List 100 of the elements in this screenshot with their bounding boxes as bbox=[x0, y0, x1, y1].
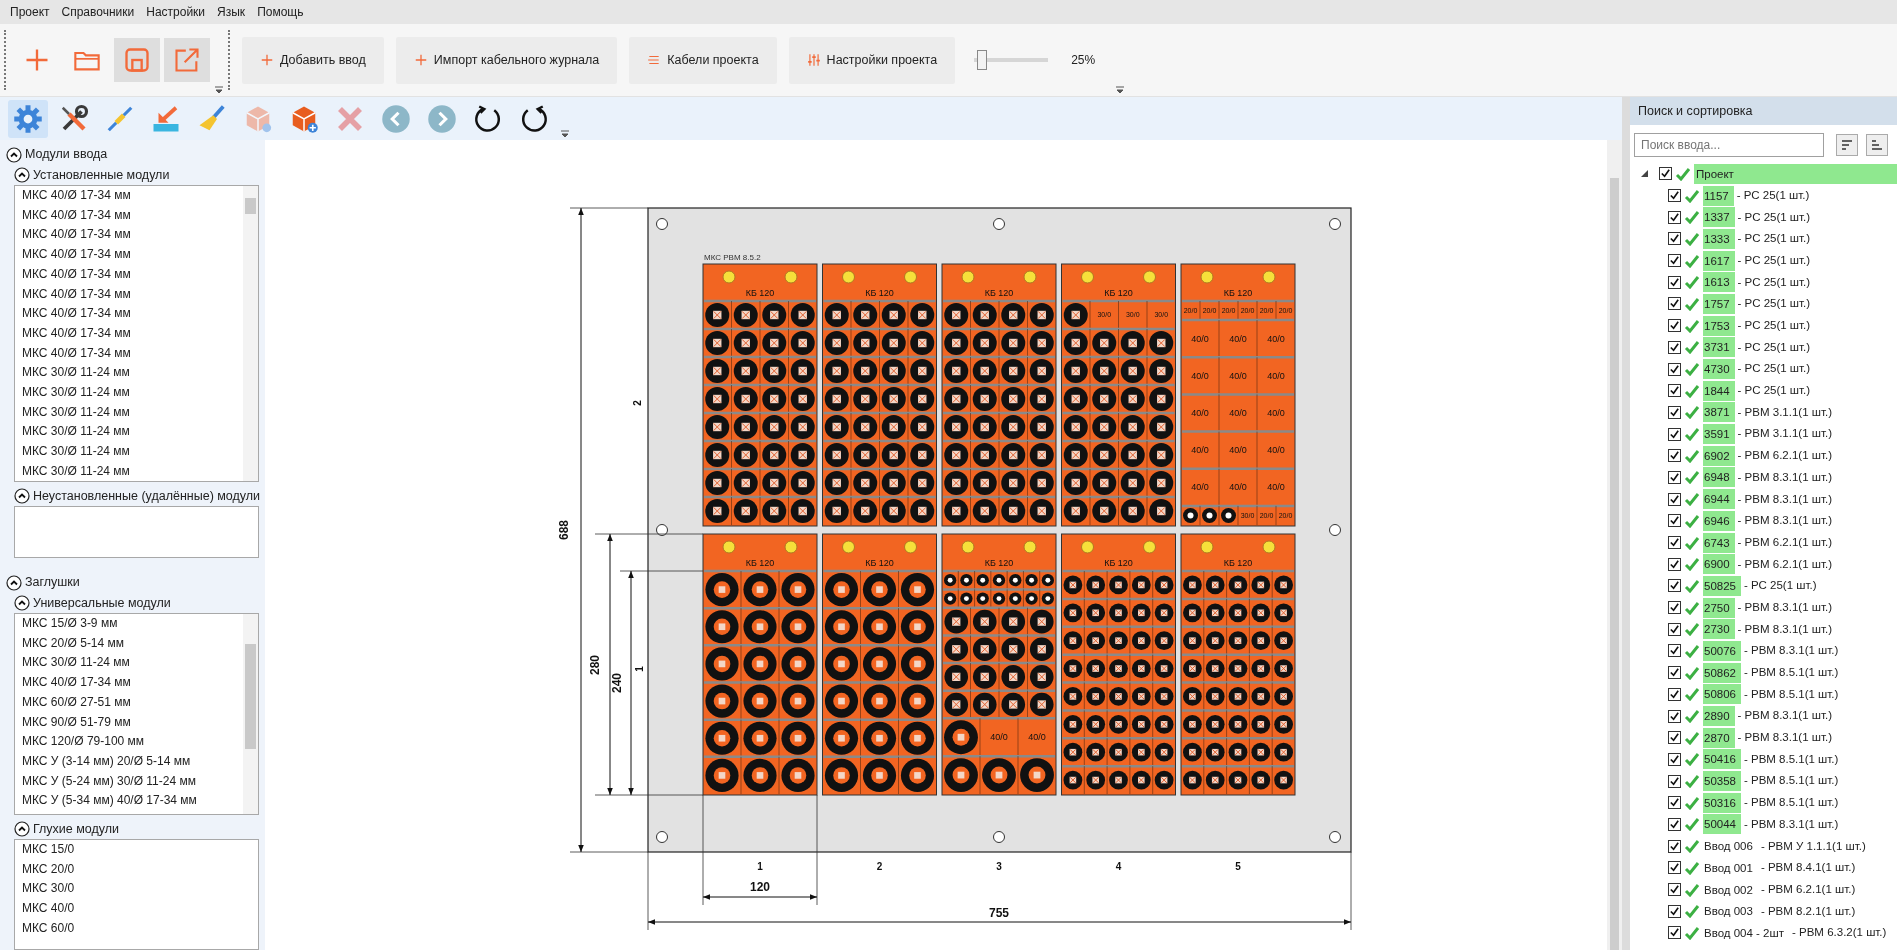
checkbox[interactable] bbox=[1668, 254, 1681, 268]
item-code[interactable]: 1337 bbox=[1703, 207, 1735, 228]
list-item[interactable]: МКС 20/Ø 5-14 мм bbox=[15, 633, 243, 654]
checkbox[interactable] bbox=[1668, 189, 1681, 203]
item-code[interactable]: 3871 bbox=[1703, 402, 1735, 423]
item-code[interactable]: 6948 bbox=[1703, 467, 1735, 488]
list-item[interactable]: МКС 15/Ø 3-9 мм bbox=[15, 614, 243, 634]
item-code[interactable]: 3731 bbox=[1703, 337, 1735, 358]
checkbox[interactable] bbox=[1668, 883, 1681, 897]
item-code[interactable]: 50316 bbox=[1703, 792, 1741, 813]
sort-button[interactable] bbox=[1836, 134, 1858, 156]
item-code[interactable]: Ввод 003 bbox=[1703, 901, 1758, 922]
list-item[interactable]: МКС 30/0 bbox=[15, 879, 258, 900]
checkbox[interactable] bbox=[1668, 926, 1681, 940]
item-code[interactable]: 50358 bbox=[1703, 771, 1741, 792]
scrollbar[interactable] bbox=[243, 186, 258, 481]
list-item[interactable]: МКС 40/Ø 17-34 мм bbox=[15, 205, 243, 226]
item-code[interactable]: 50862 bbox=[1703, 662, 1741, 683]
checkbox[interactable] bbox=[1668, 752, 1681, 766]
checkbox[interactable] bbox=[1668, 644, 1681, 658]
checkbox[interactable] bbox=[1668, 492, 1681, 506]
checkbox[interactable] bbox=[1668, 297, 1681, 311]
checkbox[interactable] bbox=[1668, 427, 1681, 441]
ribbon-button[interactable]: Кабели проекта bbox=[629, 36, 777, 84]
tree-label[interactable]: Проект bbox=[1694, 163, 1897, 184]
cable-module-drawing[interactable] bbox=[1061, 533, 1176, 796]
slider-thumb[interactable] bbox=[976, 50, 987, 70]
menu-item[interactable]: Проект bbox=[4, 0, 56, 24]
scrollbar-thumb[interactable] bbox=[1610, 178, 1619, 950]
ribbon-button[interactable]: Импорт кабельного журнала bbox=[395, 36, 618, 84]
list-item[interactable]: МКС 30/Ø 11-24 мм bbox=[15, 383, 243, 403]
item-code[interactable]: 50825 bbox=[1703, 575, 1741, 596]
list-item[interactable]: МКС 20/0 bbox=[15, 859, 258, 880]
checkbox[interactable] bbox=[1668, 232, 1681, 246]
checkbox[interactable] bbox=[1668, 319, 1681, 333]
list-item[interactable]: МКС 40/Ø 17-34 мм bbox=[15, 186, 243, 206]
item-code[interactable]: 6946 bbox=[1703, 510, 1735, 531]
cable-module-drawing[interactable] bbox=[702, 533, 818, 796]
collapse-icon[interactable] bbox=[6, 146, 22, 163]
list-item[interactable]: МКС 30/Ø 11-24 мм bbox=[15, 402, 243, 423]
list-item[interactable]: МКС 40/Ø 17-34 мм bbox=[15, 284, 243, 305]
item-code[interactable]: 3591 bbox=[1703, 424, 1735, 445]
item-code[interactable]: 50044 bbox=[1703, 814, 1741, 835]
settings-button[interactable] bbox=[8, 99, 48, 138]
cable-module-drawing[interactable] bbox=[702, 263, 818, 527]
checkbox[interactable] bbox=[1668, 514, 1681, 528]
item-code[interactable]: 6902 bbox=[1703, 445, 1735, 466]
ribbon-button[interactable]: Добавить ввод bbox=[242, 36, 384, 84]
list-item[interactable]: МКС 40/Ø 17-34 мм bbox=[15, 343, 243, 364]
scrollbar-thumb[interactable] bbox=[245, 644, 256, 749]
collapse-icon[interactable] bbox=[14, 488, 30, 504]
scrollbar[interactable] bbox=[1607, 140, 1622, 950]
checkbox[interactable] bbox=[1668, 731, 1681, 745]
checkbox[interactable] bbox=[1668, 687, 1681, 701]
list-item[interactable]: МКС У (5-34 мм) 40/Ø 17-34 мм bbox=[15, 791, 243, 812]
item-code[interactable]: 6743 bbox=[1703, 532, 1735, 553]
list-item[interactable]: МКС У (5-24 мм) 30/Ø 11-24 мм bbox=[15, 771, 243, 792]
item-code[interactable]: 1757 bbox=[1703, 293, 1735, 314]
list-item[interactable]: МКС 60/0 bbox=[15, 918, 258, 939]
sort-button[interactable] bbox=[1866, 134, 1888, 156]
cable-module-drawing[interactable] bbox=[822, 533, 937, 796]
item-code[interactable]: 1844 bbox=[1703, 380, 1735, 401]
item-code[interactable]: Ввод 006 bbox=[1703, 836, 1758, 857]
checkbox[interactable] bbox=[1668, 666, 1681, 680]
item-code[interactable]: 1617 bbox=[1703, 250, 1735, 271]
checkbox[interactable] bbox=[1668, 904, 1681, 918]
checkbox[interactable] bbox=[1668, 557, 1681, 571]
collapse-icon[interactable] bbox=[6, 574, 22, 591]
checkbox[interactable] bbox=[1668, 579, 1681, 593]
checkbox[interactable] bbox=[1668, 384, 1681, 398]
list-item[interactable]: МКС 30/Ø 11-24 мм bbox=[15, 653, 243, 674]
item-code[interactable]: 50806 bbox=[1703, 684, 1741, 705]
list-item[interactable]: МКС 40/Ø 17-34 мм bbox=[15, 304, 243, 324]
list-item[interactable]: МКС 40/Ø 17-34 мм bbox=[15, 673, 243, 693]
menu-item[interactable]: Справочники bbox=[55, 0, 141, 24]
item-code[interactable]: Ввод 002 bbox=[1703, 879, 1758, 900]
collapse-icon[interactable] bbox=[14, 167, 30, 183]
menu-item[interactable]: Помощь bbox=[251, 0, 310, 24]
cable-module-drawing[interactable] bbox=[822, 263, 937, 527]
cable-module-drawing[interactable] bbox=[941, 533, 1057, 796]
list-item[interactable]: МКС 120/Ø 79-100 мм bbox=[15, 732, 243, 752]
search-field[interactable]: Поиск ввода... bbox=[1634, 133, 1824, 157]
cable-module-drawing[interactable] bbox=[1061, 263, 1176, 527]
item-code[interactable]: 2750 bbox=[1703, 597, 1735, 618]
checkbox[interactable] bbox=[1668, 362, 1681, 376]
item-code[interactable]: 2890 bbox=[1703, 706, 1735, 727]
list-item[interactable]: МКС 30/Ø 11-24 мм bbox=[15, 442, 243, 462]
checkbox[interactable] bbox=[1668, 449, 1681, 463]
item-code[interactable]: 2730 bbox=[1703, 619, 1735, 640]
item-code[interactable]: 6900 bbox=[1703, 554, 1735, 575]
item-code[interactable]: 6944 bbox=[1703, 489, 1735, 510]
cable-module-drawing[interactable] bbox=[1180, 533, 1296, 796]
checkbox[interactable] bbox=[1668, 774, 1681, 788]
item-code[interactable]: 4730 bbox=[1703, 359, 1735, 380]
cable-module-drawing[interactable] bbox=[941, 263, 1057, 527]
ribbon-button[interactable]: Настройки проекта bbox=[788, 36, 956, 84]
item-code[interactable]: 50416 bbox=[1703, 749, 1741, 770]
item-code[interactable]: 1333 bbox=[1703, 228, 1735, 249]
menu-item[interactable]: Настройки bbox=[140, 0, 212, 24]
list-item[interactable]: МКС 30/Ø 11-24 мм bbox=[15, 363, 243, 384]
